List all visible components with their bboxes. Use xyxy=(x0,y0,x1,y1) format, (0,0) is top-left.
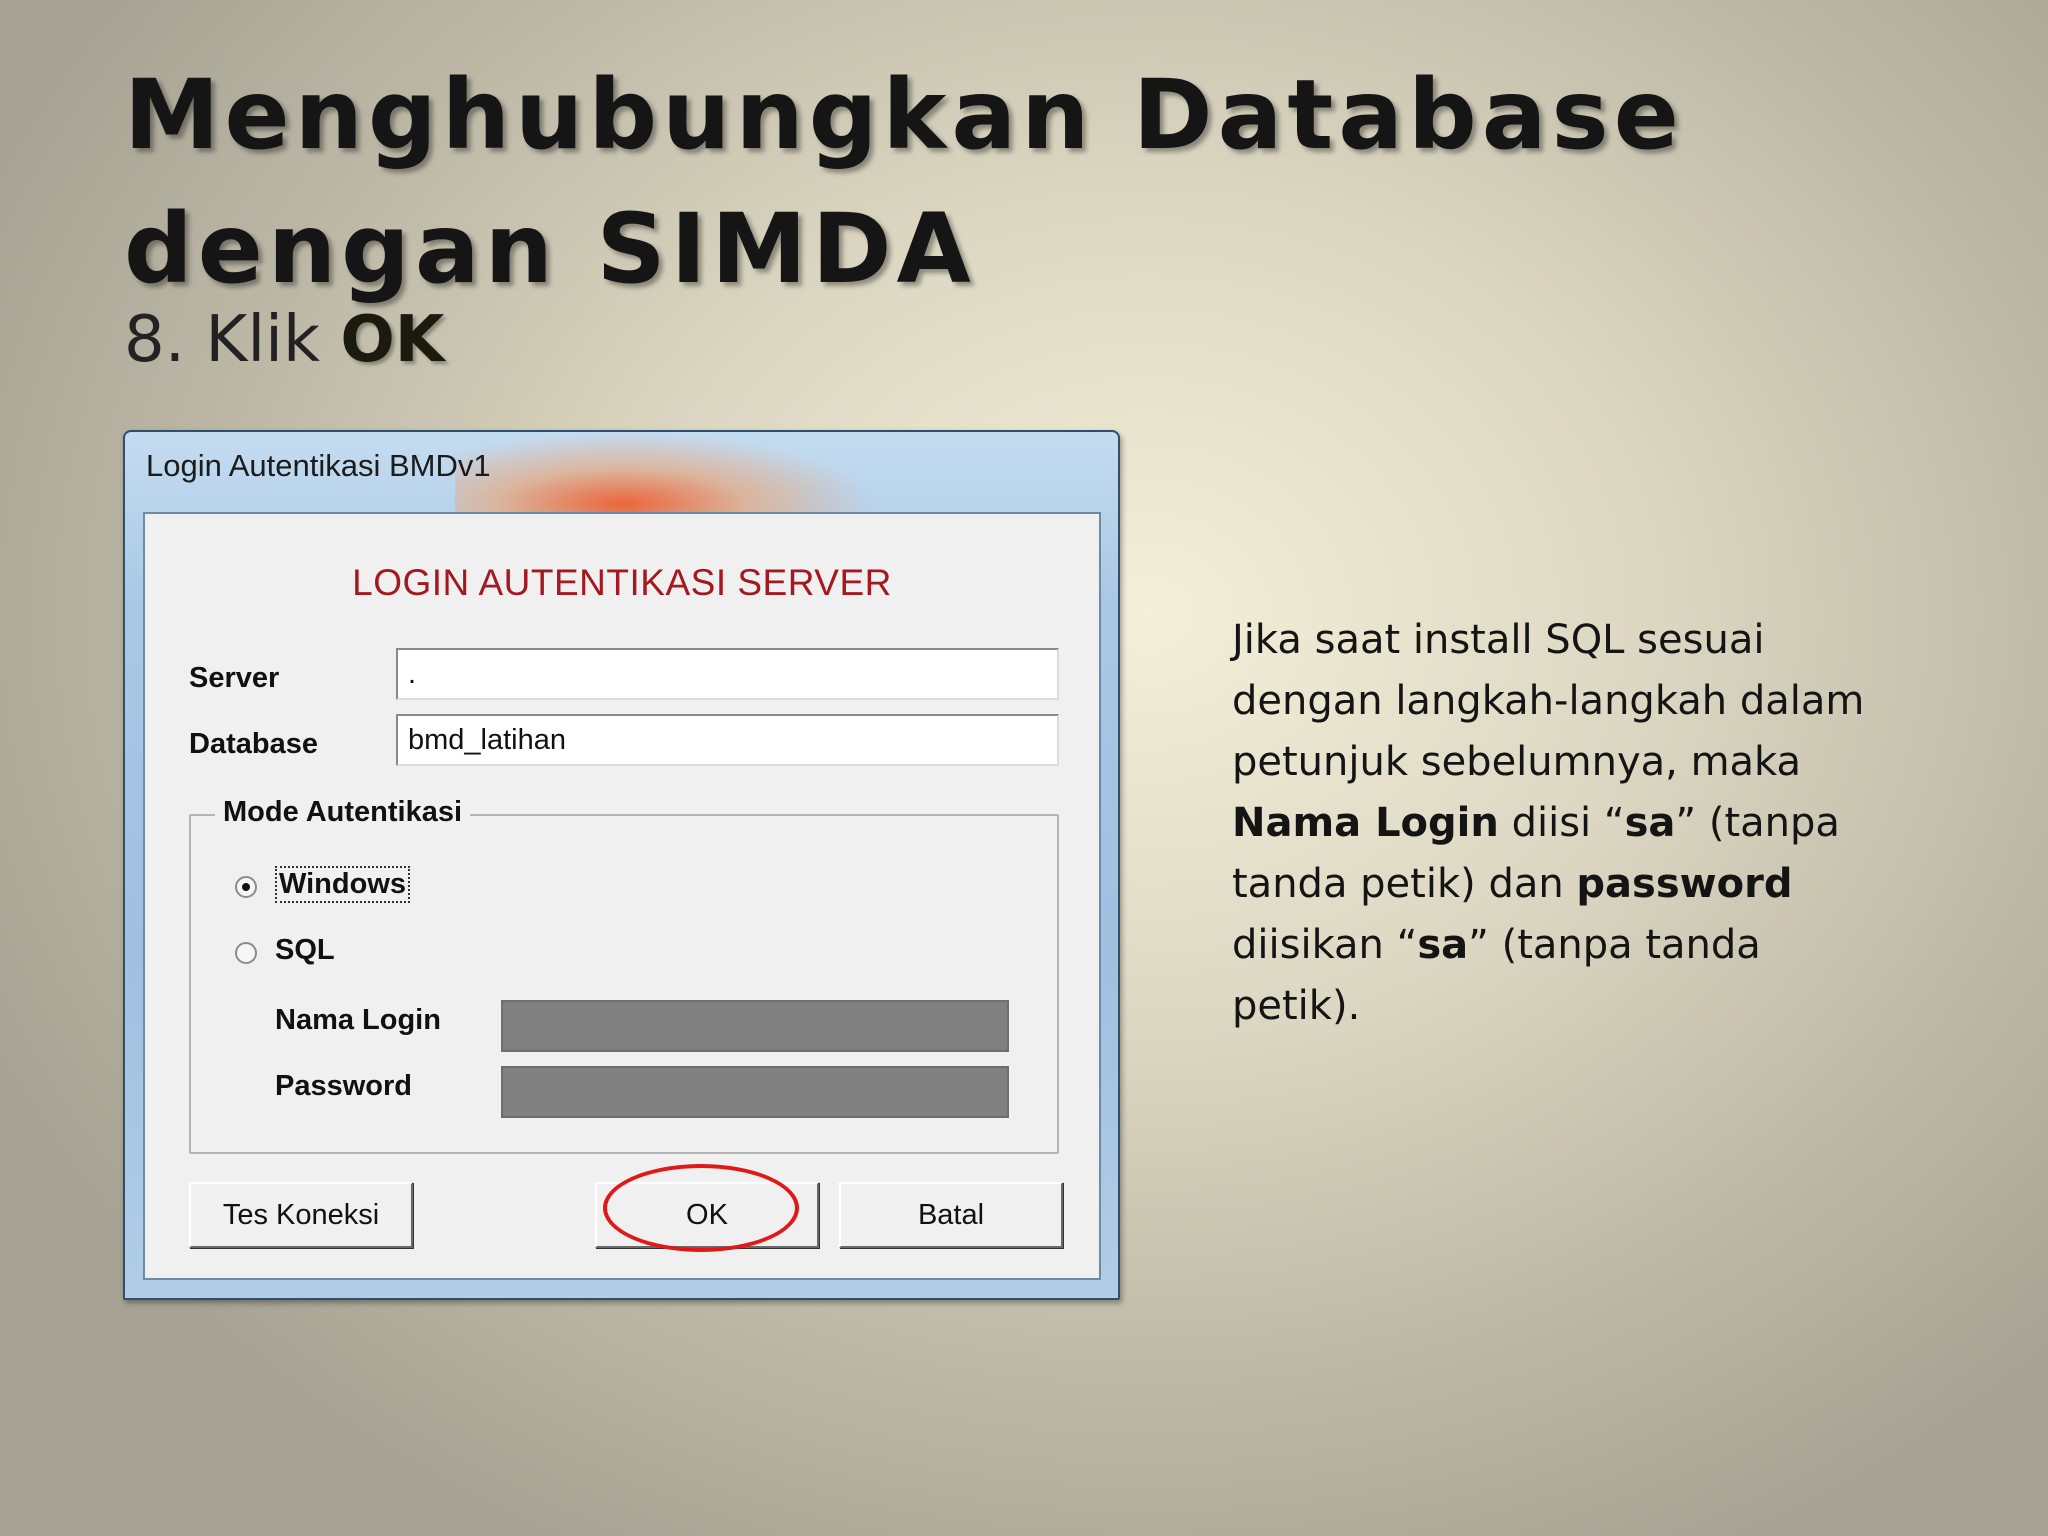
description-part: Jika saat install SQL sesuai dengan lang… xyxy=(1232,617,1865,785)
radio-sql[interactable] xyxy=(235,942,257,964)
dialog-client-area: LOGIN AUTENTIKASI SERVER Server . Databa… xyxy=(143,512,1101,1280)
description-bold: sa xyxy=(1417,922,1469,968)
description-bold: sa xyxy=(1624,800,1676,846)
database-label: Database xyxy=(189,728,318,760)
step-emphasis: OK xyxy=(340,303,445,377)
login-name-input xyxy=(501,1000,1009,1052)
window-title: Login Autentikasi BMDv1 xyxy=(146,448,491,483)
password-input xyxy=(501,1066,1009,1118)
cancel-button[interactable]: Batal xyxy=(839,1182,1063,1248)
test-connection-button[interactable]: Tes Koneksi xyxy=(189,1182,413,1248)
description-bold: Nama Login xyxy=(1232,800,1499,846)
radio-windows-label[interactable]: Windows xyxy=(275,866,411,903)
auth-mode-group: Mode Autentikasi Windows SQL Nama Login … xyxy=(189,796,1059,1154)
server-label: Server xyxy=(189,662,280,694)
step-text: 8. Klik xyxy=(124,303,341,377)
description-text: Jika saat install SQL sesuai dengan lang… xyxy=(1232,610,1892,1037)
slide-title: Menghubungkan Database dengan SIMDA xyxy=(124,59,1684,305)
description-bold: password xyxy=(1576,861,1793,907)
login-name-label: Nama Login xyxy=(275,1004,441,1036)
login-dialog-window: Login Autentikasi BMDv1 LOGIN AUTENTIKAS… xyxy=(123,430,1120,1300)
radio-windows[interactable] xyxy=(235,876,257,898)
dialog-heading: LOGIN AUTENTIKASI SERVER xyxy=(352,562,892,603)
database-input[interactable]: bmd_latihan xyxy=(396,714,1059,766)
password-label: Password xyxy=(275,1070,412,1102)
description-part: diisikan “ xyxy=(1232,922,1418,968)
step-instruction: 8. Klik OK xyxy=(124,300,444,380)
auth-mode-group-label: Mode Autentikasi xyxy=(215,796,471,829)
description-part: diisi “ xyxy=(1498,800,1625,846)
radio-sql-label[interactable]: SQL xyxy=(275,934,335,967)
ok-highlight-circle xyxy=(603,1164,799,1252)
server-input[interactable]: . xyxy=(396,648,1059,700)
